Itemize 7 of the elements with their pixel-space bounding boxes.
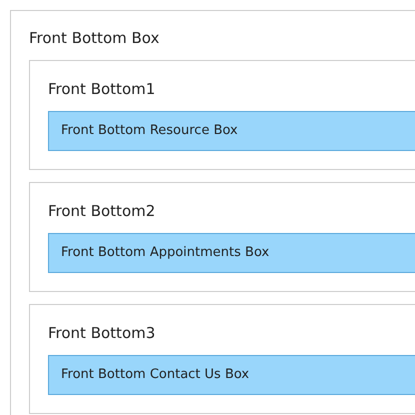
section-box: Front Bottom Appointments Box <box>48 233 415 273</box>
section-box: Front Bottom Contact Us Box <box>48 355 415 395</box>
section-title: Front Bottom1 <box>48 79 156 100</box>
section-box: Front Bottom Resource Box <box>48 111 415 151</box>
panel-title: Front Bottom Box <box>29 28 160 49</box>
section-title: Front Bottom2 <box>48 201 156 222</box>
section-title: Front Bottom3 <box>48 323 156 344</box>
